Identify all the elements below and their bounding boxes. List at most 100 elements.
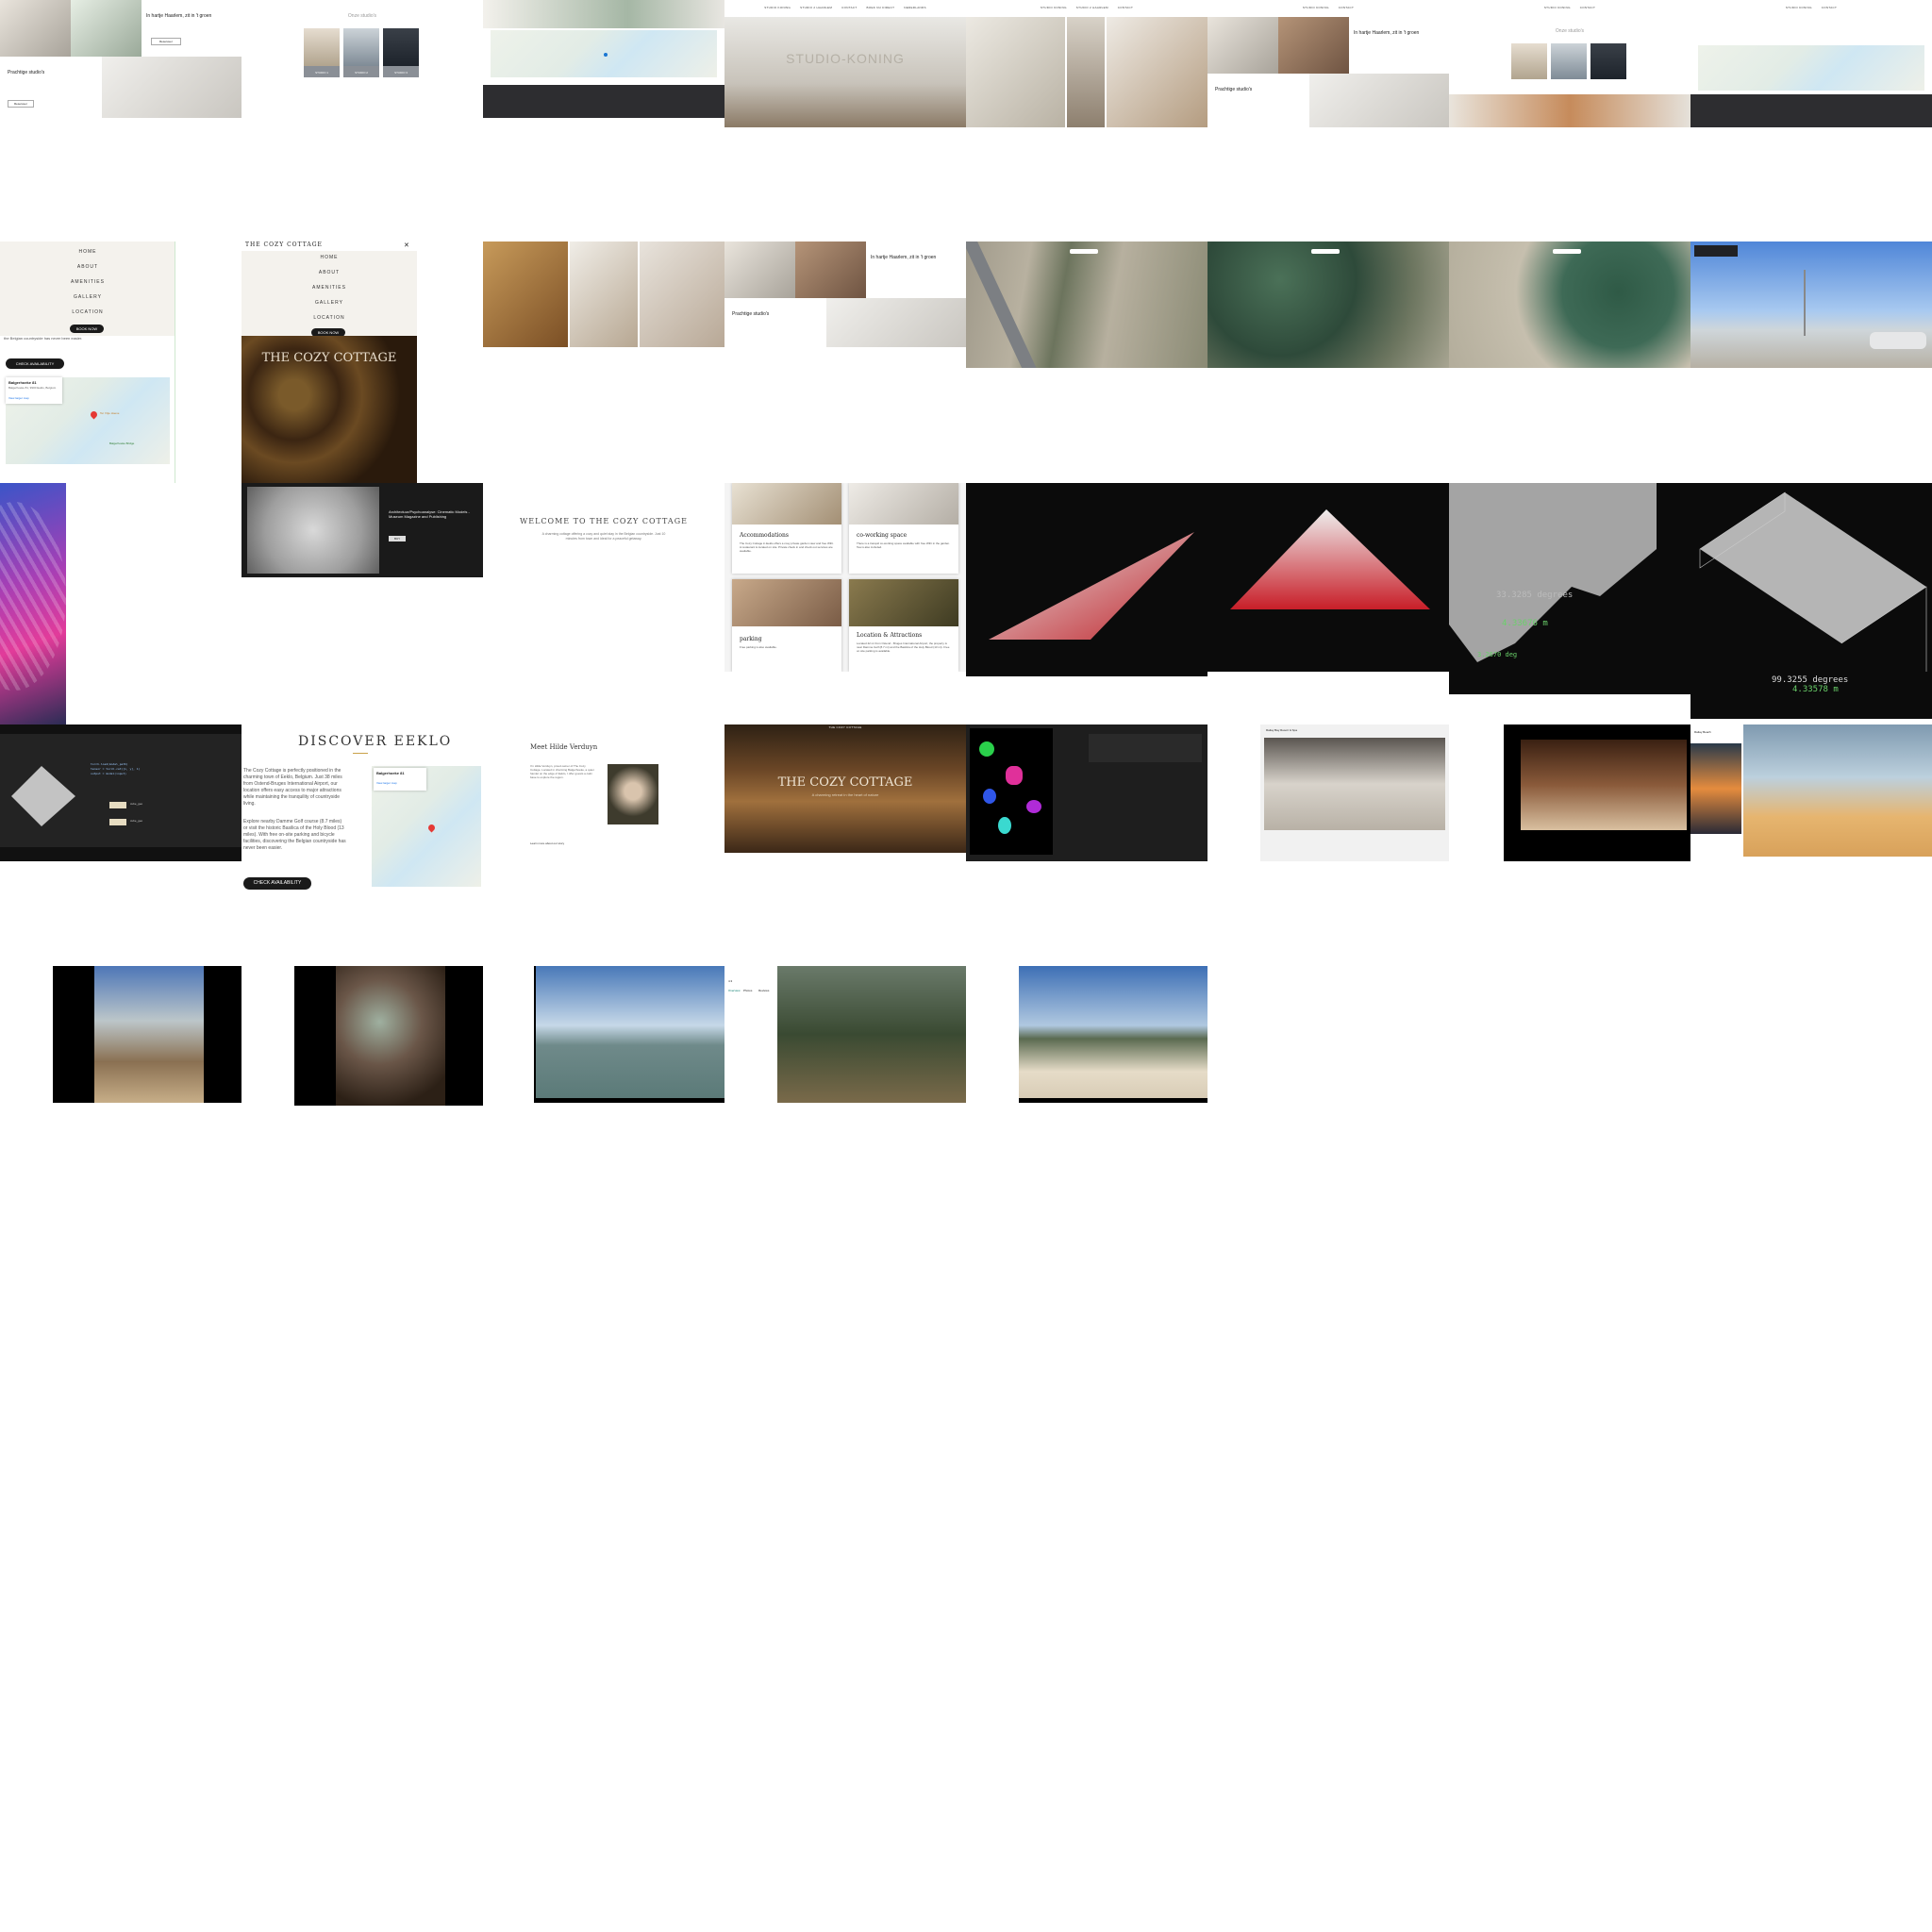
menu-item-location[interactable]: LOCATION [0, 309, 175, 315]
studio-hero-photo [724, 17, 966, 127]
tab-reviews[interactable]: Reviews [758, 989, 769, 992]
amenity-card-location: Location & Attractions Located 42 mi fro… [849, 579, 958, 672]
satellite-view-2[interactable] [1208, 242, 1449, 368]
studio-photo-bed [1309, 74, 1449, 127]
nav-item-studio-koning[interactable]: STUDIO KONING [1544, 6, 1571, 9]
studio-photo-window [795, 242, 866, 298]
cozy-amenities-grid: Accommodations The Cozy Cottage in Eeklo… [724, 483, 966, 672]
angle-view-3: 33.3285 degrees 4.33676 m 3.2670 deg [1449, 483, 1690, 694]
studio-photo-bath [724, 242, 795, 298]
cozy-hero-title: THE COZY COTTAGE [261, 351, 397, 365]
satellite-view-1[interactable] [966, 242, 1208, 368]
gallery-card-1[interactable]: STUDIO 1 [304, 28, 340, 77]
nav-item-studio-koning[interactable]: STUDIO KONING [1786, 6, 1812, 9]
nav-item-contact[interactable]: CONTACT [1339, 6, 1354, 9]
tab-photos[interactable]: Photos [743, 989, 752, 992]
nav-item-contact[interactable]: CONTACT [1118, 6, 1133, 9]
location-map[interactable]: Balgerhoeke 81 Balgerhoeke 81, 9900 Eekl… [6, 377, 170, 464]
map-larger-link[interactable]: View larger map [376, 781, 397, 785]
cozy-brand[interactable]: THE COZY COTTAGE [828, 725, 861, 729]
meet-paragraph: I'm Hilde Verduyn, proud owner of The Co… [530, 764, 594, 779]
book-now-button[interactable]: BOOK NOW [70, 325, 104, 333]
amenity-card-parking: parking Free parking is also available. [732, 579, 841, 672]
nav-item-studio-koning[interactable]: STUDIO KONING [1041, 6, 1067, 9]
discover-paragraph-2: Explore nearby Damme Golf course (8.7 mi… [243, 819, 346, 851]
satellite-view-3[interactable] [1449, 242, 1690, 368]
menu-item-location[interactable]: LOCATION [242, 315, 417, 321]
map-pin-label: Ter Vrije Hoeve [100, 411, 120, 415]
buy-button[interactable]: BUY [389, 536, 407, 541]
place-panel [966, 966, 1019, 1103]
nav-item-studio-koning[interactable]: STUDIO KONING [1303, 6, 1329, 9]
map-search-chip[interactable] [1311, 249, 1340, 254]
menu-item-about[interactable]: ABOUT [0, 264, 175, 270]
gallery-card-1[interactable] [1511, 43, 1547, 79]
gallery-card-3[interactable]: STUDIO 3 [383, 28, 419, 77]
viewport-3d[interactable] [4, 758, 79, 834]
code-line: torch.load(model_path) [91, 762, 128, 766]
street-view-beach[interactable] [1690, 242, 1932, 368]
nav-item-studio-2[interactable]: STUDIO 2 HAARLEM [800, 6, 832, 9]
studio-nav: STUDIO KONING CONTACT [1208, 0, 1449, 15]
meet-link[interactable]: Learn more about our story [530, 841, 564, 845]
menu-item-home[interactable]: HOME [0, 249, 175, 255]
cave-beach-photo [94, 966, 204, 1103]
gallery-card-3[interactable] [1591, 43, 1626, 79]
studio-map[interactable] [1698, 45, 1924, 91]
studio-reserve-button[interactable]: Reserveer [8, 100, 34, 108]
amenity-card-accommodations: Accommodations The Cozy Cottage in Eeklo… [732, 483, 841, 574]
studio-nav: STUDIO KONING STUDIO 2 HAARLEM CONTACT [966, 0, 1208, 15]
studio-footer [483, 85, 724, 118]
gallery-card-2[interactable]: STUDIO 2 [343, 28, 379, 77]
studio-read-more-button[interactable]: Reserveer [151, 38, 181, 45]
car-shape [1870, 332, 1926, 349]
tab-overview[interactable]: Overview [728, 989, 741, 992]
nav-item-studio-koning[interactable]: STUDIO KONING [764, 6, 791, 9]
stadium-photo [0, 483, 66, 724]
nav-item-studio-2[interactable]: STUDIO 2 HAARLEM [1076, 6, 1108, 9]
angle-label: 33.3285 degrees [1496, 591, 1574, 600]
node-label: cube_geo [130, 802, 143, 806]
nav-item-contact[interactable]: CONTACT [841, 6, 857, 9]
hero-caption: A charming retreat in the heart of natur… [811, 792, 879, 797]
nav-item-language[interactable]: NEDERLANDS [904, 6, 926, 9]
check-availability-button[interactable]: CHECK AVAILABILITY [243, 877, 311, 890]
menu-item-gallery[interactable]: GALLERY [0, 294, 175, 300]
studio-photo-bath [0, 0, 71, 57]
studio-koning-page-3: In hartje Haarlem, zit in 't groen Prach… [724, 242, 966, 347]
maps-side-panel [242, 966, 294, 1106]
menu-item-gallery[interactable]: GALLERY [242, 300, 417, 306]
close-icon[interactable]: ✕ [404, 242, 409, 249]
menu-item-about[interactable]: ABOUT [242, 270, 417, 275]
studio-hero-title: STUDIO-KONING [786, 51, 905, 66]
beach-photo [1743, 724, 1932, 857]
street-view-info-card [1694, 245, 1738, 257]
nav-item-contact[interactable]: CONTACT [1580, 6, 1595, 9]
studio-photo-bed [826, 298, 966, 347]
graph-node[interactable] [109, 802, 126, 808]
distance-label: 4.33676 m [1502, 619, 1548, 628]
check-availability-button[interactable]: CHECK AVAILABILITY [6, 358, 64, 369]
nav-item-contact[interactable]: CONTACT [1822, 6, 1837, 9]
editor-timeline[interactable] [0, 847, 242, 861]
nav-item-book[interactable]: BOEK NU DIRECT [867, 6, 895, 9]
map-search-chip[interactable] [1553, 249, 1581, 254]
discover-map[interactable]: Balgerhoeke 81 View larger map [372, 766, 481, 887]
discover-title: DISCOVER EEKLO [298, 734, 453, 749]
menu-item-amenities[interactable]: AMENITIES [242, 285, 417, 291]
menu-item-home[interactable]: HOME [242, 255, 417, 260]
studio-rooms-page: STUDIO KONING STUDIO 2 HAARLEM CONTACT [966, 0, 1208, 127]
menu-item-amenities[interactable]: AMENITIES [0, 279, 175, 285]
studio-paragraph [146, 21, 236, 25]
maps-island-view [483, 966, 724, 1103]
gallery-card-label: STUDIO 2 [355, 71, 368, 75]
map-larger-link[interactable]: View larger map [8, 396, 29, 400]
gallery-card-2[interactable] [1551, 43, 1587, 79]
map-search-chip[interactable] [1070, 249, 1098, 254]
graph-node[interactable] [109, 819, 126, 825]
studio-hero-page: STUDIO KONING STUDIO 2 HAARLEM CONTACT B… [724, 0, 966, 127]
maps-hotel-view-2 [1449, 724, 1690, 861]
studio-photo-top [483, 0, 724, 28]
segmentation-canvas[interactable] [970, 728, 1053, 855]
maps-cave-view-2 [242, 966, 483, 1106]
